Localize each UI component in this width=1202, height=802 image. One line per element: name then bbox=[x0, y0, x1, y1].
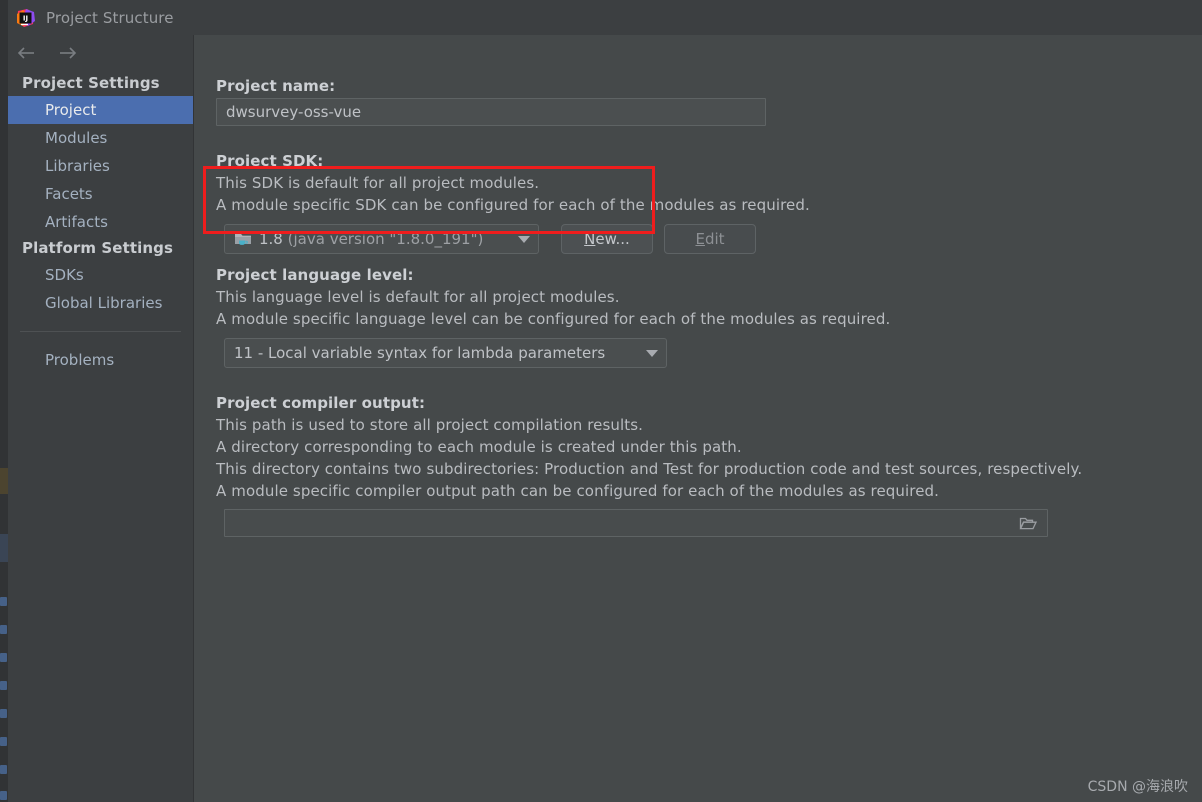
project-sdk-version: 1.8 bbox=[259, 230, 283, 248]
title-bar: IJ Project Structure bbox=[8, 0, 1202, 35]
chevron-down-icon bbox=[646, 349, 658, 357]
compiler-output-input[interactable] bbox=[224, 509, 1048, 537]
language-level-combobox[interactable]: 11 - Local variable syntax for lambda pa… bbox=[224, 338, 667, 368]
background-gutter-icon bbox=[0, 791, 7, 800]
intellij-idea-icon: IJ bbox=[16, 8, 36, 28]
sidebar-item-global-libraries[interactable]: Global Libraries bbox=[8, 289, 193, 317]
java-sdk-folder-icon bbox=[234, 231, 252, 247]
sidebar-item-label: Libraries bbox=[45, 157, 110, 175]
sidebar-item-facets[interactable]: Facets bbox=[8, 180, 193, 208]
background-gutter-icon bbox=[0, 737, 7, 746]
sidebar-group-header-project-settings: Project Settings bbox=[22, 74, 160, 92]
project-sdk-description-line-1: This SDK is default for all project modu… bbox=[216, 174, 540, 192]
compiler-output-description-line-4: A module specific compiler output path c… bbox=[216, 482, 940, 500]
sidebar-item-label: SDKs bbox=[45, 266, 84, 284]
new-button-label: ew... bbox=[595, 230, 630, 248]
project-name-input[interactable]: dwsurvey-oss-vue bbox=[216, 98, 766, 126]
project-settings-panel: Project name: dwsurvey-oss-vue Project S… bbox=[194, 35, 1202, 802]
sidebar-divider bbox=[20, 331, 181, 332]
project-name-label: Project name: bbox=[216, 77, 336, 95]
svg-text:IJ: IJ bbox=[23, 14, 28, 22]
compiler-output-description-line-3: This directory contains two subdirectori… bbox=[216, 460, 1083, 478]
sidebar-item-project[interactable]: Project bbox=[8, 96, 193, 124]
project-sdk-combobox[interactable]: 1.8 (java version "1.8.0_191") bbox=[224, 224, 539, 254]
sidebar-item-label: Project bbox=[45, 101, 97, 119]
chevron-down-icon bbox=[518, 235, 530, 243]
project-structure-window: IJ Project Structure Project Settings Pr… bbox=[0, 0, 1202, 802]
sidebar-item-label: Problems bbox=[45, 351, 115, 369]
new-sdk-button[interactable]: New... bbox=[561, 224, 653, 254]
compiler-output-label: Project compiler output: bbox=[216, 394, 426, 412]
open-folder-icon[interactable] bbox=[1018, 515, 1038, 531]
background-band-info bbox=[0, 534, 8, 562]
language-level-description-line-2: A module specific language level can be … bbox=[216, 310, 891, 328]
sidebar-item-sdks[interactable]: SDKs bbox=[8, 261, 193, 289]
new-button-mnemonic: N bbox=[584, 230, 596, 248]
sidebar-item-label: Facets bbox=[45, 185, 93, 203]
edit-button-mnemonic: E bbox=[695, 230, 705, 248]
navigation-buttons bbox=[8, 35, 193, 71]
project-sdk-label: Project SDK: bbox=[216, 152, 324, 170]
window-title: Project Structure bbox=[46, 8, 174, 27]
sidebar-item-label: Modules bbox=[45, 129, 108, 147]
compiler-output-description-line-2: A directory corresponding to each module… bbox=[216, 438, 742, 456]
compiler-output-description-line-1: This path is used to store all project c… bbox=[216, 416, 644, 434]
background-gutter-icon bbox=[0, 709, 7, 718]
watermark-text: CSDN @海浪吹 bbox=[1087, 779, 1188, 795]
project-sdk-value: 1.8 (java version "1.8.0_191") bbox=[259, 230, 510, 248]
sidebar-item-label: Global Libraries bbox=[45, 294, 163, 312]
dialog-panel: IJ Project Structure Project Settings Pr… bbox=[8, 0, 1202, 802]
sidebar-item-problems[interactable]: Problems bbox=[8, 346, 193, 374]
sidebar-item-modules[interactable]: Modules bbox=[8, 124, 193, 152]
sidebar-item-artifacts[interactable]: Artifacts bbox=[8, 208, 193, 236]
project-sdk-description-line-2: A module specific SDK can be configured … bbox=[216, 196, 810, 214]
project-sdk-detail: (java version "1.8.0_191") bbox=[287, 230, 484, 248]
language-level-value: 11 - Local variable syntax for lambda pa… bbox=[234, 344, 606, 362]
background-gutter-icon bbox=[0, 625, 7, 634]
edit-sdk-button[interactable]: Edit bbox=[664, 224, 756, 254]
sidebar-item-label: Artifacts bbox=[45, 213, 108, 231]
edit-button-label: dit bbox=[704, 230, 725, 248]
background-gutter-icon bbox=[0, 597, 7, 606]
background-band-warning bbox=[0, 468, 8, 494]
language-level-label: Project language level: bbox=[216, 266, 414, 284]
background-ide-gutter-icons bbox=[0, 0, 8, 802]
project-name-value: dwsurvey-oss-vue bbox=[226, 103, 362, 121]
arrow-right-icon[interactable] bbox=[56, 44, 78, 62]
background-gutter-icon bbox=[0, 681, 7, 690]
background-gutter-icon bbox=[0, 653, 7, 662]
language-level-description-line-1: This language level is default for all p… bbox=[216, 288, 620, 306]
arrow-left-icon[interactable] bbox=[16, 44, 38, 62]
sidebar-group-header-platform-settings: Platform Settings bbox=[22, 239, 174, 257]
background-gutter-icon bbox=[0, 765, 7, 774]
settings-sidebar: Project Settings Project Modules Librari… bbox=[8, 35, 194, 802]
sidebar-item-libraries[interactable]: Libraries bbox=[8, 152, 193, 180]
